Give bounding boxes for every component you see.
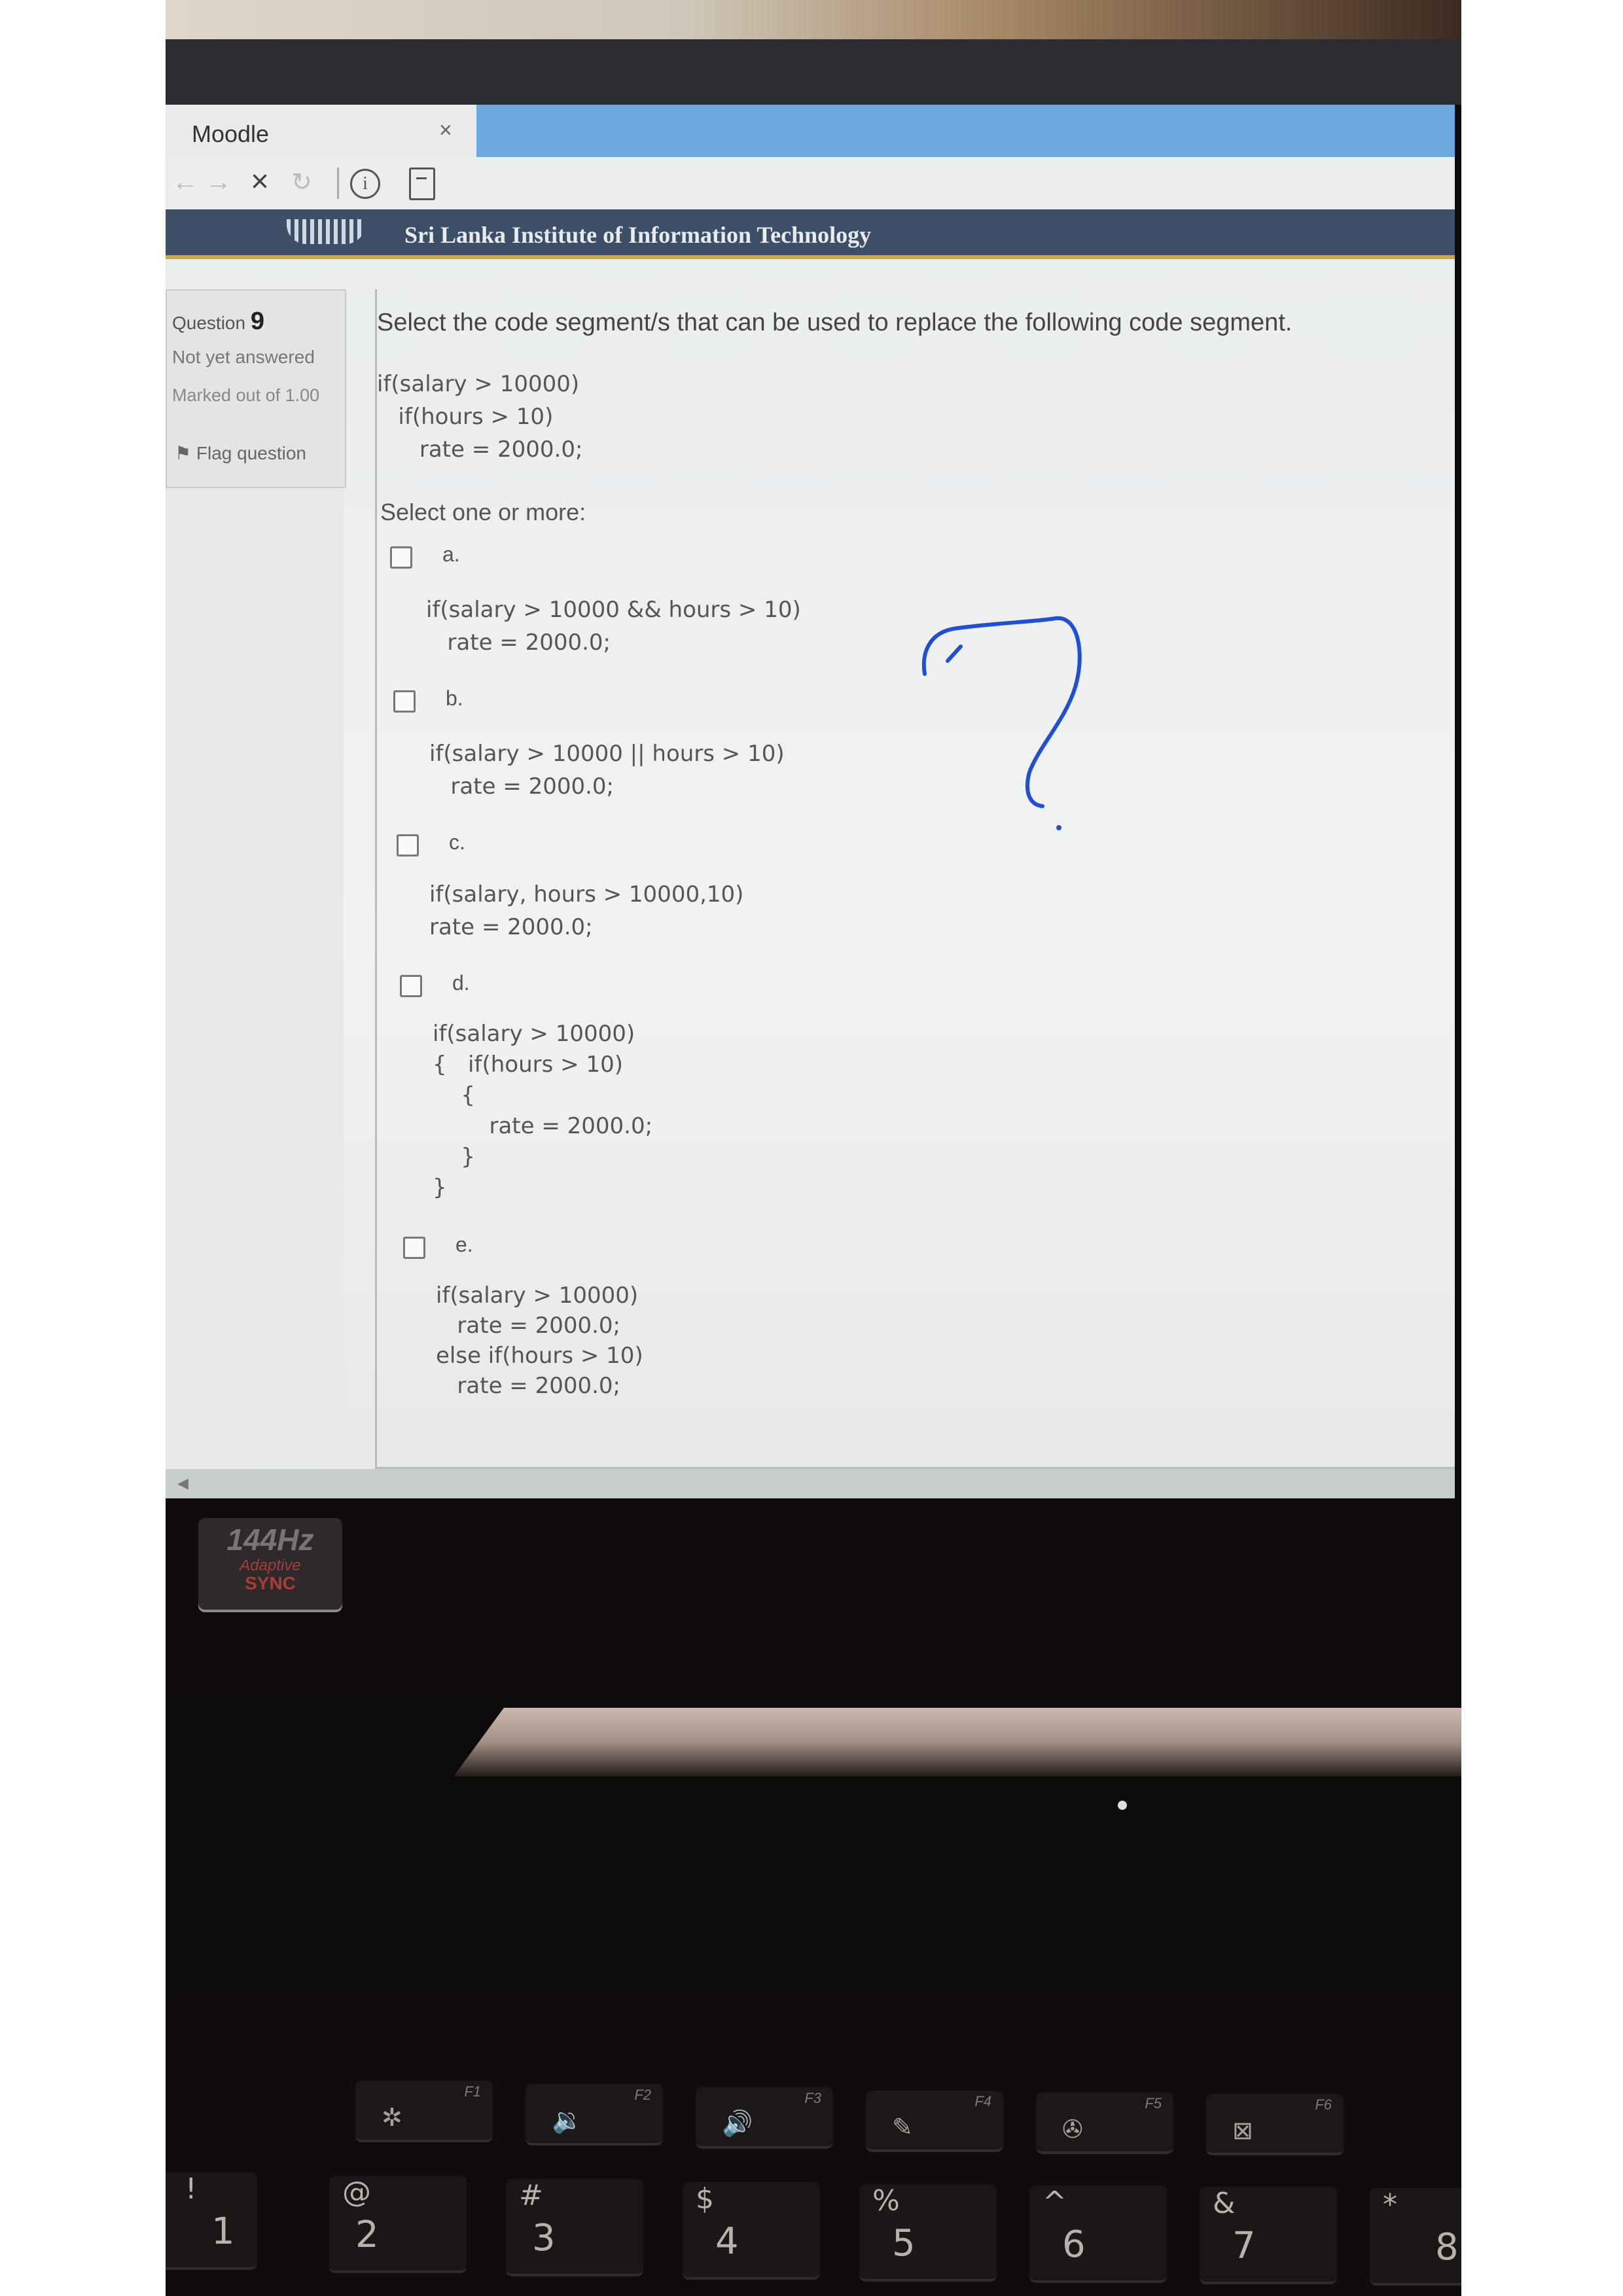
key-f4[interactable]: F4 ✎: [866, 2091, 1003, 2152]
option-a-checkbox[interactable]: [390, 546, 412, 569]
option-c-letter: c.: [449, 830, 465, 854]
site-info-icon[interactable]: i: [350, 169, 380, 199]
horizontal-scrollbar[interactable]: [166, 1469, 1455, 1498]
mic-mute-icon: ✎: [892, 2114, 913, 2142]
option-e-letter: e.: [455, 1233, 473, 1256]
option-d-letter: d.: [452, 971, 470, 995]
key-f3[interactable]: F3 🔊: [696, 2087, 833, 2149]
site-title: Sri Lanka Institute of Information Techn…: [404, 222, 872, 248]
flag-question-link[interactable]: ⚑ Flag question: [175, 442, 306, 464]
flag-icon: ⚑: [175, 443, 192, 463]
tab-title: Moodle: [192, 120, 270, 147]
question-label: Question 9: [172, 308, 264, 335]
key-6[interactable]: ^ 6: [1029, 2185, 1167, 2283]
volume-down-icon: 🔉: [552, 2107, 583, 2134]
back-arrow-icon[interactable]: ← →: [172, 168, 232, 197]
tab-strip-background: [476, 105, 1455, 157]
option-c-checkbox[interactable]: [397, 834, 419, 857]
sticker-adaptive: Adaptive: [240, 1557, 301, 1574]
laptop-screen: Moodle × ← → × ↻ i Sri Lanka Institute o…: [166, 105, 1455, 1498]
keyboard-backlight-icon: ✲: [382, 2104, 402, 2132]
key-f5[interactable]: F5 ✇: [1036, 2093, 1173, 2154]
page-icon[interactable]: [409, 168, 435, 200]
nav-separator: [337, 168, 339, 199]
scroll-left-icon[interactable]: ◀: [177, 1475, 188, 1492]
power-led: [1118, 1801, 1127, 1810]
key-2[interactable]: @ 2: [329, 2176, 467, 2273]
browser-tab[interactable]: Moodle ×: [166, 105, 476, 157]
volume-up-icon: 🔊: [722, 2110, 753, 2138]
left-panel: [166, 486, 344, 1467]
question-code: if(salary > 10000) if(hours > 10) rate =…: [377, 371, 583, 463]
key-8[interactable]: * 8: [1370, 2188, 1461, 2286]
option-a-letter: a.: [442, 542, 460, 566]
institute-logo: [287, 219, 365, 244]
question-info-card: Question 9 Not yet answered Marked out o…: [166, 289, 346, 488]
option-c-code: if(salary, hours > 10000,10) rate = 2000…: [429, 881, 744, 940]
key-f6[interactable]: F6 ⊠: [1206, 2094, 1344, 2155]
tab-close-icon[interactable]: ×: [439, 118, 452, 143]
question-text: Select the code segment/s that can be us…: [377, 309, 1293, 336]
option-b-checkbox[interactable]: [393, 690, 416, 713]
key-3[interactable]: # 3: [506, 2179, 643, 2276]
photo-frame: Moodle × ← → × ↻ i Sri Lanka Institute o…: [166, 0, 1461, 2296]
key-1[interactable]: ! 1: [166, 2172, 257, 2270]
fan-icon: ✇: [1062, 2116, 1083, 2144]
option-e-code: if(salary > 10000) rate = 2000.0; else i…: [436, 1282, 643, 1399]
key-5[interactable]: % 5: [859, 2184, 997, 2282]
sticker-hz: 144Hz: [226, 1523, 314, 1557]
select-prompt: Select one or more:: [380, 499, 586, 525]
question-marks: Marked out of 1.00: [172, 385, 320, 405]
handwritten-question-mark: [921, 616, 1082, 830]
option-d-checkbox[interactable]: [400, 975, 422, 997]
option-b-letter: b.: [446, 686, 463, 710]
sticker-sync: SYNC: [245, 1573, 296, 1593]
option-e-checkbox[interactable]: [403, 1237, 425, 1259]
refresh-rate-sticker: 144Hz Adaptive SYNC: [198, 1518, 342, 1610]
stop-loading-icon[interactable]: ×: [251, 164, 269, 200]
reload-icon[interactable]: ↻: [291, 168, 312, 197]
option-b-code: if(salary > 10000 || hours > 10) rate = …: [429, 741, 785, 800]
option-a-code: if(salary > 10000 && hours > 10) rate = …: [426, 597, 801, 656]
question-status: Not yet answered: [172, 347, 315, 367]
option-d-code: if(salary > 10000) { if(hours > 10) { ra…: [433, 1021, 653, 1201]
question-number: 9: [250, 308, 264, 335]
touchpad-toggle-icon: ⊠: [1232, 2117, 1253, 2145]
key-7[interactable]: & 7: [1200, 2187, 1337, 2284]
key-4[interactable]: $ 4: [683, 2182, 820, 2280]
key-f2[interactable]: F2 🔉: [526, 2084, 663, 2146]
laptop-top-bezel: [166, 39, 1461, 105]
laptop-lid-edge: [454, 1708, 1461, 1776]
key-f1[interactable]: F1 ✲: [355, 2081, 493, 2142]
